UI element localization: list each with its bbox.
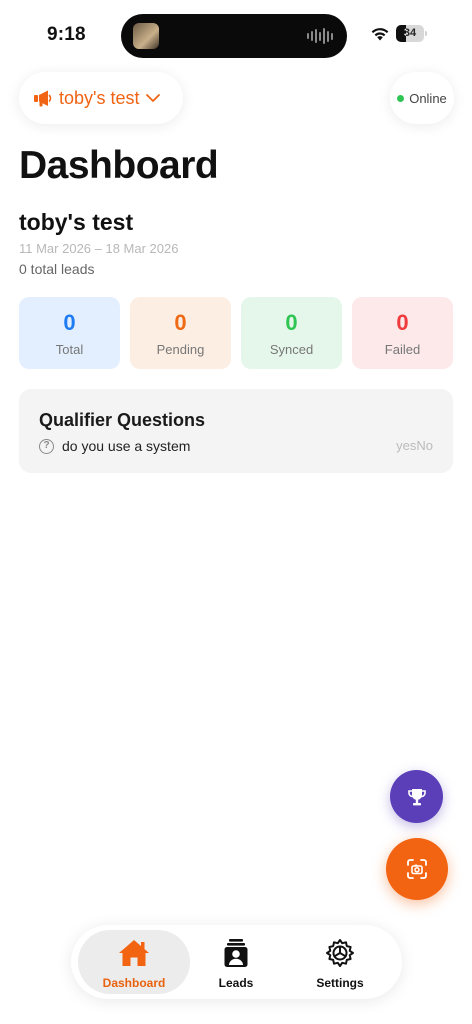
qualifier-title: Qualifier Questions: [39, 410, 206, 430]
total-leads-count: 0 total leads: [19, 261, 95, 277]
app-screen: 9:18 34 toby's test Online Dashboard tob…: [0, 0, 472, 1024]
dynamic-island[interactable]: [121, 14, 347, 58]
connection-status-text: Online: [409, 90, 447, 106]
stat-label: Failed: [384, 342, 421, 357]
qualifier-question-type: yesNo: [396, 438, 433, 453]
campaign-date-range: 11 Mar 2026 – 18 Mar 2026: [19, 241, 179, 256]
campaign-name: toby's test: [19, 209, 134, 235]
stat-value: 0: [174, 310, 187, 335]
leaderboard-button[interactable]: [390, 770, 443, 823]
camera-scan-icon: [407, 859, 427, 879]
contacts-icon: [224, 939, 248, 967]
chevron-down-icon: [146, 94, 161, 102]
battery-level: 34: [403, 27, 417, 39]
trophy-icon: [407, 788, 426, 805]
bottom-tab-bar: Dashboard Leads Settings: [71, 925, 402, 999]
megaphone-icon: [34, 90, 52, 107]
tab-settings[interactable]: Settings: [293, 930, 387, 994]
campaign-selector[interactable]: toby's test: [19, 72, 183, 124]
stat-value: 0: [63, 310, 76, 335]
stat-card-pending: 0 Pending: [130, 297, 231, 369]
home-icon: [119, 940, 149, 966]
wifi-icon: [371, 28, 389, 41]
now-playing-artwork: [133, 23, 159, 49]
stat-label: Synced: [269, 342, 314, 357]
stat-card-synced: 0 Synced: [241, 297, 342, 369]
stat-label: Total: [55, 342, 84, 357]
stat-value: 0: [396, 310, 409, 335]
tab-leads[interactable]: Leads: [191, 930, 281, 994]
stat-value: 0: [285, 310, 298, 335]
online-dot-icon: [397, 94, 405, 102]
qualifier-questions-card[interactable]: Qualifier Questions ? do you use a syste…: [19, 389, 453, 473]
tab-dashboard-label: Dashboard: [102, 976, 166, 990]
tab-settings-label: Settings: [316, 976, 364, 990]
scan-badge-button[interactable]: [386, 838, 448, 900]
connection-status-pill: Online: [390, 72, 454, 124]
page-title: Dashboard: [19, 144, 219, 187]
tab-leads-label: Leads: [218, 976, 254, 990]
question-mark-icon: ?: [39, 439, 54, 454]
audio-wave-icon: [307, 28, 333, 44]
tab-dashboard[interactable]: Dashboard: [78, 930, 190, 994]
stat-label: Pending: [156, 342, 205, 357]
campaign-selector-label: toby's test: [59, 87, 140, 108]
status-time: 9:18: [47, 24, 86, 45]
stat-card-total: 0 Total: [19, 297, 120, 369]
qualifier-question-text: do you use a system: [62, 438, 191, 454]
battery-icon: 34: [396, 25, 427, 42]
gear-icon: [326, 939, 354, 967]
stat-card-failed: 0 Failed: [352, 297, 453, 369]
